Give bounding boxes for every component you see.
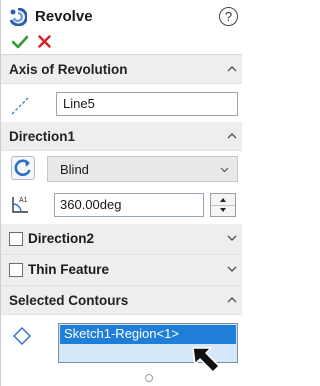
cancel-close-icon[interactable] xyxy=(38,35,51,48)
axis-selection-field[interactable]: Line5 xyxy=(56,92,238,116)
direction1-header[interactable]: Direction1 xyxy=(1,122,242,151)
reverse-direction-icon xyxy=(14,159,31,177)
selected-contours-header[interactable]: Selected Contours xyxy=(1,286,242,315)
axis-row: Line5 xyxy=(1,84,242,122)
group-label: Selected Contours xyxy=(9,293,129,308)
reverse-direction-button[interactable] xyxy=(11,156,35,180)
direction1-group: Direction1 Blind A1 360.00deg xyxy=(1,122,242,224)
thin-feature-header[interactable]: Thin Feature xyxy=(1,255,242,286)
angle-input[interactable]: 360.00deg xyxy=(54,193,204,217)
contour-diamond-icon xyxy=(13,327,31,345)
chevron-down-icon xyxy=(220,167,229,173)
end-condition-dropdown[interactable]: Blind xyxy=(47,156,238,182)
end-condition-row: Blind xyxy=(1,151,242,184)
property-manager-titlebar: Revolve ? xyxy=(1,0,242,30)
group-label: Axis of Revolution xyxy=(9,62,128,77)
direction2-checkbox[interactable] xyxy=(9,232,23,246)
angle-icon: A1 xyxy=(12,197,28,213)
spin-down-icon[interactable] xyxy=(211,205,235,216)
angle-spinner[interactable] xyxy=(210,193,236,217)
axis-of-revolution-group: Axis of Revolution Line5 xyxy=(1,55,242,122)
ok-checkmark-icon[interactable] xyxy=(12,35,28,49)
svg-text:A1: A1 xyxy=(19,197,28,204)
chevron-down-icon[interactable] xyxy=(227,264,237,274)
axis-of-revolution-header[interactable]: Axis of Revolution xyxy=(1,55,242,84)
action-bar xyxy=(1,30,242,54)
page-title: Revolve xyxy=(35,8,93,25)
chevron-down-icon[interactable] xyxy=(227,233,237,243)
revolve-icon xyxy=(9,8,27,26)
thin-feature-checkbox[interactable] xyxy=(9,263,23,277)
chevron-up-icon[interactable] xyxy=(227,64,237,74)
axis-line-icon xyxy=(11,97,29,115)
chevron-up-icon[interactable] xyxy=(227,295,237,305)
revolve-property-manager: Revolve ? Axis of Revolution Line5 Direc xyxy=(0,0,242,386)
end-condition-value: Blind xyxy=(60,162,89,177)
chevron-up-icon[interactable] xyxy=(227,131,237,141)
direction2-header[interactable]: Direction2 xyxy=(1,224,242,255)
thin-feature-label: Thin Feature xyxy=(28,262,110,277)
mouse-pointer-icon xyxy=(192,347,220,373)
help-icon[interactable]: ? xyxy=(219,7,238,26)
group-label: Direction1 xyxy=(9,129,76,144)
angle-row: A1 360.00deg xyxy=(1,184,242,224)
direction2-label: Direction2 xyxy=(28,231,95,246)
resize-handle[interactable] xyxy=(145,374,153,382)
